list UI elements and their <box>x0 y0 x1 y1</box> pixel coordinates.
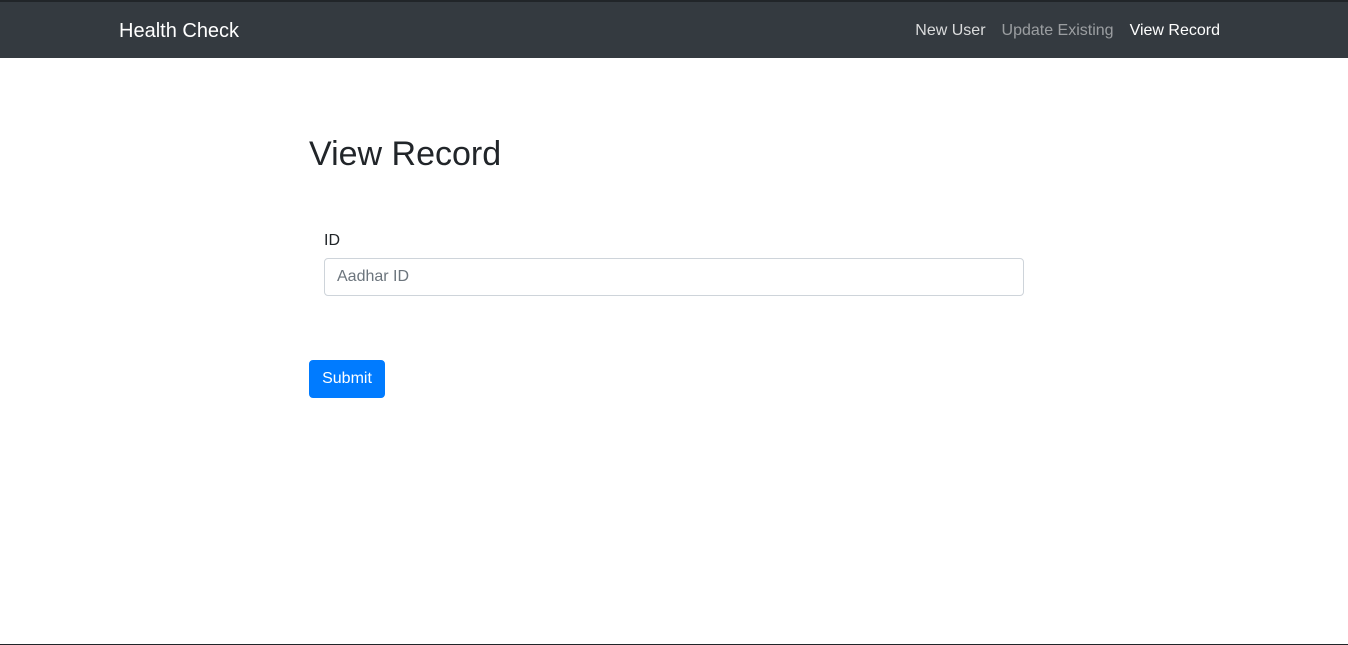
nav-link-update-existing[interactable]: Update Existing <box>1002 20 1114 42</box>
submit-button[interactable]: Submit <box>309 360 385 398</box>
page-title: View Record <box>309 135 502 173</box>
brand-link[interactable]: Health Check <box>119 18 239 44</box>
id-label: ID <box>324 232 340 249</box>
nav-link-view-record[interactable]: View Record <box>1130 20 1220 42</box>
navbar: Health Check New User Update Existing Vi… <box>0 2 1348 58</box>
nav-link-new-user[interactable]: New User <box>915 20 985 42</box>
nav-links: New User Update Existing View Record <box>899 20 1220 42</box>
aadhar-id-input[interactable] <box>324 258 1024 296</box>
page: Health Check New User Update Existing Vi… <box>0 0 1348 645</box>
